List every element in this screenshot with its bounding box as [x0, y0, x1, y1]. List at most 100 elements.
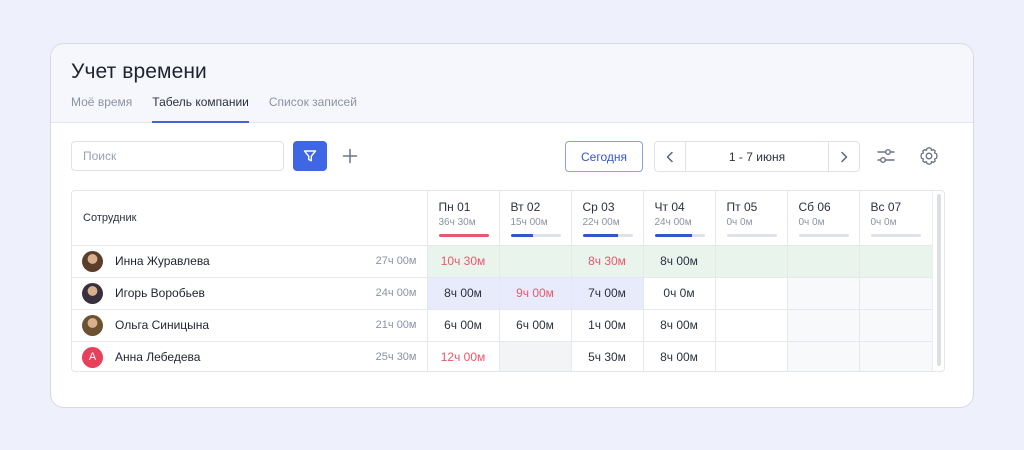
employee-name: Игорь Воробьев [115, 286, 205, 300]
tab-my-time[interactable]: Моё время [71, 92, 132, 122]
time-cell[interactable]: 8ч 00м [427, 277, 500, 310]
day-name: Пн 01 [438, 200, 471, 214]
chevron-right-icon [841, 151, 848, 162]
day-column-header[interactable]: Пн 01 36ч 30м [427, 191, 500, 246]
table-row: Игорь Воробьев 24ч 00м 8ч 00м 9ч 00м 7ч 00м 0… [72, 277, 933, 310]
avatar [82, 282, 103, 304]
table-header-row: Сотрудник Пн 01 36ч 30м Вт 02 15ч 00м Ср 03 2… [72, 191, 933, 246]
table-row: Ольга Синицына 21ч 00м 6ч 00м 6ч 00м 1ч 00м 8… [72, 309, 933, 342]
next-week-button[interactable] [828, 142, 859, 171]
day-progress-bar [654, 234, 705, 237]
day-total: 15ч 00м [510, 217, 548, 228]
time-cell[interactable]: 8ч 00м [643, 341, 716, 371]
time-cell[interactable] [715, 245, 788, 278]
employee-total: 24ч 00м [375, 287, 417, 299]
time-cell[interactable] [715, 277, 788, 310]
time-cell[interactable]: 8ч 00м [643, 309, 716, 342]
time-cell[interactable] [787, 277, 860, 310]
time-cell[interactable]: 5ч 30м [571, 341, 644, 371]
time-tracking-card: Учет времени Моё время Табель компании С… [50, 43, 974, 408]
day-progress-fill [582, 234, 618, 237]
time-cell[interactable] [787, 309, 860, 342]
time-cell[interactable] [787, 245, 860, 278]
employee-name: Анна Лебедева [115, 350, 201, 364]
employee-name: Ольга Синицына [115, 318, 210, 332]
employee-cell[interactable]: A Анна Лебедева 25ч 30м [72, 341, 428, 371]
day-progress-bar [582, 234, 633, 237]
time-cell[interactable]: 12ч 00м [427, 341, 500, 371]
tab-records-list[interactable]: Список записей [269, 92, 357, 122]
employee-info: Игорь Воробьев 24ч 00м [82, 282, 417, 304]
add-button[interactable] [339, 141, 361, 171]
time-cell[interactable]: 10ч 30м [427, 245, 500, 278]
scrollbar-thumb[interactable] [937, 194, 941, 366]
day-progress-bar [870, 234, 921, 237]
time-cell[interactable] [859, 277, 933, 310]
day-progress-fill [654, 234, 692, 237]
card-header: Учет времени Моё время Табель компании С… [51, 44, 973, 123]
plus-icon [342, 148, 358, 164]
date-range-navigator: 1 - 7 июня [654, 141, 860, 172]
day-column-header[interactable]: Пт 05 0ч 0м [715, 191, 788, 246]
day-column-header[interactable]: Вт 02 15ч 00м [499, 191, 572, 246]
day-column-header[interactable]: Сб 06 0ч 0м [787, 191, 860, 246]
time-cell[interactable] [499, 245, 572, 278]
avatar [82, 250, 103, 272]
day-column-header[interactable]: Чт 04 24ч 00м [643, 191, 716, 246]
time-cell[interactable]: 9ч 00м [499, 277, 572, 310]
search-input[interactable] [71, 141, 284, 171]
employee-total: 21ч 00м [375, 319, 417, 331]
view-settings-button[interactable] [874, 144, 898, 168]
table-row: A Анна Лебедева 25ч 30м 12ч 00м 5ч 30м 8ч 00м [72, 341, 933, 371]
time-cell[interactable]: 7ч 00м [571, 277, 644, 310]
employee-cell[interactable]: Инна Журавлева 27ч 00м [72, 245, 428, 278]
time-cell[interactable] [859, 341, 933, 371]
time-cell[interactable]: 0ч 0м [643, 277, 716, 310]
time-cell[interactable] [859, 245, 933, 278]
day-total: 22ч 00м [582, 217, 620, 228]
day-name: Ср 03 [582, 200, 615, 214]
time-cell[interactable]: 8ч 30м [571, 245, 644, 278]
employee-cell[interactable]: Ольга Синицына 21ч 00м [72, 309, 428, 342]
day-progress-bar [798, 234, 849, 237]
time-cell[interactable]: 8ч 00м [643, 245, 716, 278]
employee-info: A Анна Лебедева 25ч 30м [82, 346, 417, 368]
time-cell[interactable] [499, 341, 572, 371]
day-total: 0ч 0м [870, 217, 897, 228]
gear-icon [920, 147, 938, 165]
day-column-header[interactable]: Ср 03 22ч 00м [571, 191, 644, 246]
day-name: Вс 07 [870, 200, 902, 214]
chevron-left-icon [666, 151, 673, 162]
day-total: 0ч 0м [726, 217, 753, 228]
page-title: Учет времени [71, 60, 207, 83]
table-row: Инна Журавлева 27ч 00м 10ч 30м 8ч 30м 8ч 00м [72, 245, 933, 278]
day-progress-bar [510, 234, 561, 237]
time-cell[interactable] [859, 309, 933, 342]
day-progress-bar [726, 234, 777, 237]
employee-total: 25ч 30м [375, 351, 417, 363]
time-cell[interactable] [715, 309, 788, 342]
today-button[interactable]: Сегодня [565, 141, 643, 172]
prev-week-button[interactable] [655, 142, 686, 171]
time-cell[interactable]: 6ч 00м [499, 309, 572, 342]
avatar [82, 314, 103, 336]
day-column-header[interactable]: Вс 07 0ч 0м [859, 191, 933, 246]
filter-button[interactable] [293, 141, 327, 171]
day-name: Сб 06 [798, 200, 831, 214]
employee-info: Ольга Синицына 21ч 00м [82, 314, 417, 336]
tab-company-timesheet[interactable]: Табель компании [152, 92, 249, 123]
day-total: 24ч 00м [654, 217, 692, 228]
day-progress-bar [438, 234, 489, 237]
time-cell[interactable] [715, 341, 788, 371]
time-cell[interactable]: 1ч 00м [571, 309, 644, 342]
day-total: 36ч 30м [438, 217, 476, 228]
time-cell[interactable]: 6ч 00м [427, 309, 500, 342]
employee-info: Инна Журавлева 27ч 00м [82, 250, 417, 272]
day-name: Вт 02 [510, 200, 541, 214]
date-range-label[interactable]: 1 - 7 июня [686, 150, 828, 164]
vertical-scrollbar[interactable] [932, 191, 944, 371]
settings-button[interactable] [917, 144, 941, 168]
employee-cell[interactable]: Игорь Воробьев 24ч 00м [72, 277, 428, 310]
employee-column-header: Сотрудник [72, 191, 428, 246]
time-cell[interactable] [787, 341, 860, 371]
